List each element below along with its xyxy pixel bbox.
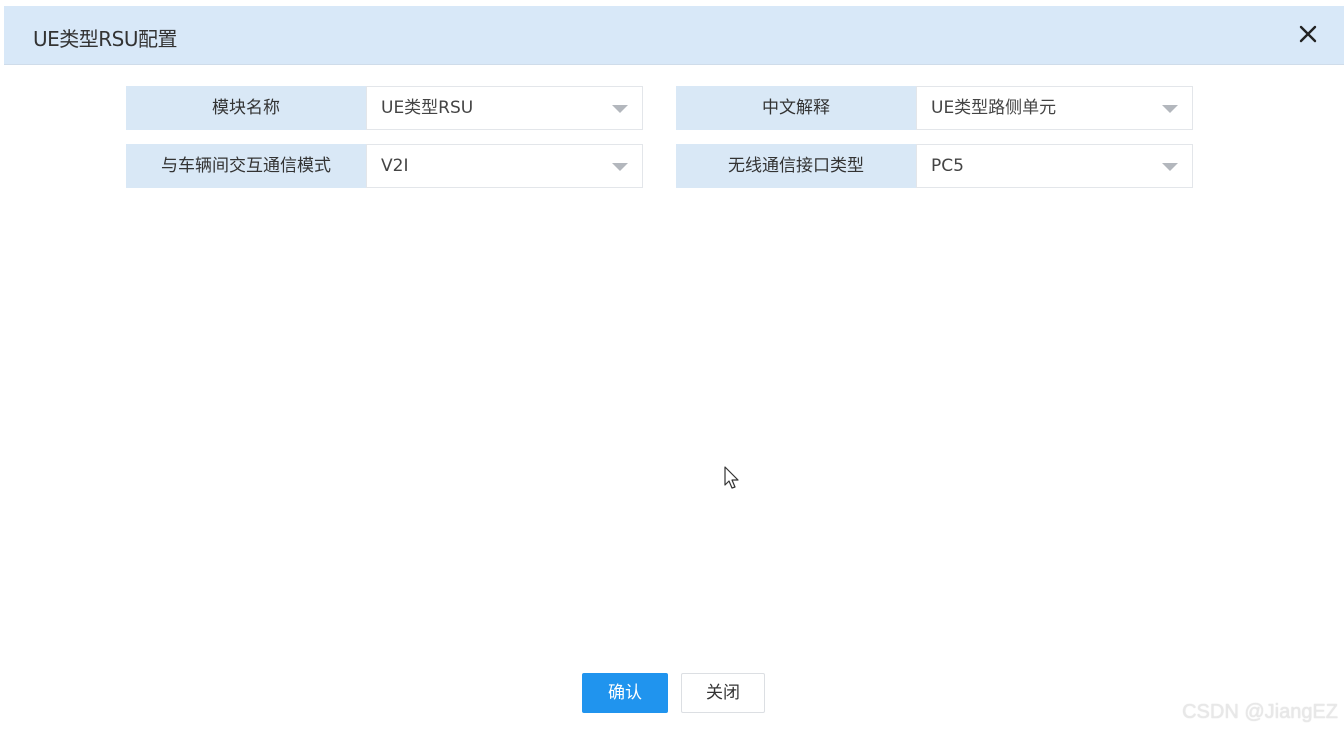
confirm-button[interactable]: 确认: [582, 673, 668, 713]
dialog-title: UE类型RSU配置: [33, 27, 178, 51]
form-row-2: 与车辆间交互通信模式 V2I 无线通信接口类型 PC5: [126, 144, 1193, 188]
field-module-name: 模块名称 UE类型RSU: [126, 86, 643, 130]
watermark: CSDN @JiangEZ: [1182, 701, 1338, 723]
field-chinese-description: 中文解释 UE类型路侧单元: [676, 86, 1193, 130]
rsu-config-dialog: UE类型RSU配置 模块名称 UE类型RSU 中文解释 UE类型路侧单元 与车辆…: [0, 0, 1344, 732]
form-row-1: 模块名称 UE类型RSU 中文解释 UE类型路侧单元: [126, 86, 1193, 130]
chevron-down-icon: [1162, 163, 1178, 171]
select-value: UE类型路侧单元: [931, 98, 1057, 118]
communication-mode-select[interactable]: V2I: [366, 144, 643, 188]
chevron-down-icon: [1162, 105, 1178, 113]
select-value: V2I: [381, 156, 409, 176]
chinese-description-select[interactable]: UE类型路侧单元: [916, 86, 1193, 130]
field-label: 与车辆间交互通信模式: [126, 144, 366, 188]
mouse-pointer-icon: [724, 466, 739, 489]
field-interface-type: 无线通信接口类型 PC5: [676, 144, 1193, 188]
field-label: 模块名称: [126, 86, 366, 130]
close-button[interactable]: 关闭: [681, 673, 765, 713]
field-communication-mode: 与车辆间交互通信模式 V2I: [126, 144, 643, 188]
field-label: 中文解释: [676, 86, 916, 130]
interface-type-select[interactable]: PC5: [916, 144, 1193, 188]
select-value: PC5: [931, 156, 964, 176]
dialog-titlebar: UE类型RSU配置: [4, 6, 1344, 65]
select-value: UE类型RSU: [381, 98, 474, 118]
close-icon[interactable]: [1294, 20, 1322, 48]
field-label: 无线通信接口类型: [676, 144, 916, 188]
module-name-select[interactable]: UE类型RSU: [366, 86, 643, 130]
chevron-down-icon: [612, 163, 628, 171]
chevron-down-icon: [612, 105, 628, 113]
